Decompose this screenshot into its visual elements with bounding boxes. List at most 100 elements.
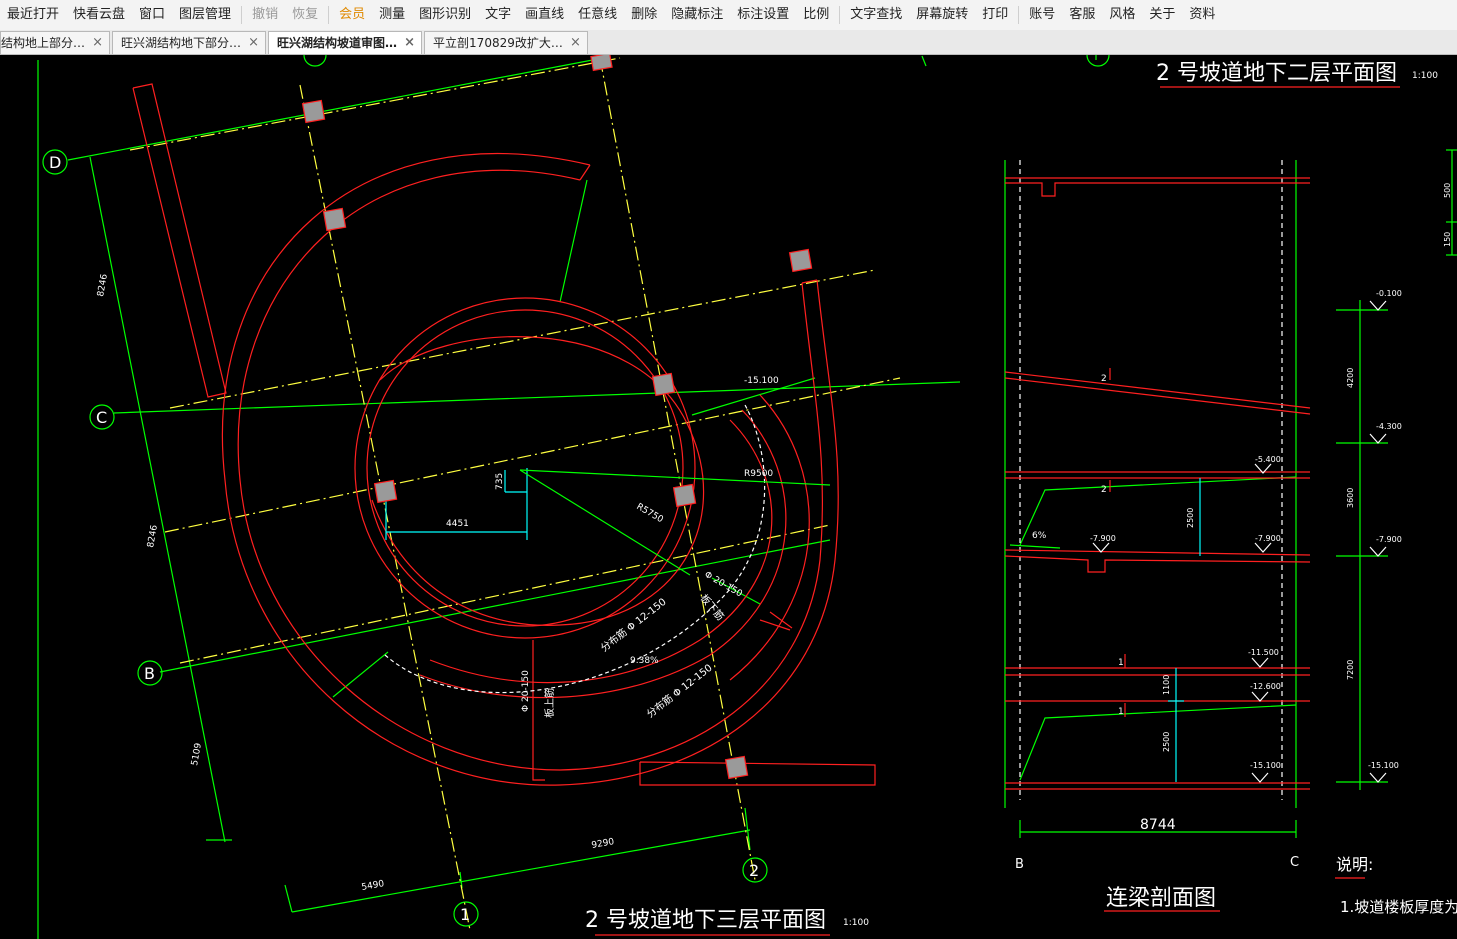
toolbar-button-22[interactable]: 关于: [1142, 0, 1182, 30]
section-title: 连梁剖面图: [1106, 886, 1216, 911]
radius-lines: [519, 469, 831, 576]
main-toolbar: 最近打开 快看云盘 窗口 图层管理 撤销 恢复 会员 测量 图形识别 文字 画直线 任意线 删除 隐藏标注…: [0, 0, 1457, 31]
level-m7900-right: -7.900: [1376, 535, 1402, 544]
notes-title: 说明:: [1336, 855, 1373, 874]
tab-label: 旺兴湖结构坡道审图…: [277, 36, 398, 50]
dim-150: 150: [1443, 232, 1452, 247]
axis-label-1: 1: [460, 905, 470, 924]
dim-4451: 4451: [446, 519, 469, 529]
dim-2500-upper: 2500: [1186, 508, 1195, 528]
toolbar-button-10[interactable]: 画直线: [518, 0, 571, 30]
top-plan-title: 2 号坡道地下二层平面图: [1156, 61, 1397, 86]
toolbar-button-2[interactable]: 窗口: [132, 0, 172, 30]
toolbar-separator: [1018, 6, 1020, 24]
rebar-note-1: 分布筋 Φ 12-150: [598, 595, 669, 654]
toolbar-button-13[interactable]: 隐藏标注: [664, 0, 730, 30]
dim-5109: 5109: [190, 742, 204, 767]
toolbar-button-15[interactable]: 比例: [796, 0, 836, 30]
toolbar-button-8[interactable]: 图形识别: [412, 0, 478, 30]
toolbar-separator: [839, 6, 841, 24]
section-green-lines: [1004, 149, 1457, 838]
level-m0100: -0.100: [1376, 289, 1402, 298]
level-m15100-right: -15.100: [1368, 761, 1399, 770]
axis-label-2: 2: [749, 861, 759, 880]
tab-label: 结构地上部分…: [1, 36, 86, 50]
cad-drawing[interactable]: D C B 1 2 8246 8246 5109 9290 5490 4451 …: [0, 55, 1457, 939]
section-axis-c: C: [1290, 855, 1299, 870]
document-tab-0[interactable]: 结构地上部分… ×: [0, 31, 111, 54]
plan-title: 2 号坡道地下三层平面图: [585, 908, 826, 933]
dim-9290: 9290: [591, 837, 616, 851]
level-151: -15.100: [1250, 761, 1281, 770]
tab-close-icon[interactable]: ×: [248, 32, 259, 54]
document-tab-3[interactable]: 平立剖170829改扩大… ×: [424, 31, 588, 54]
rebar-note-2: 分布筋 Φ 12-150: [644, 661, 715, 720]
toolbar-button-0[interactable]: 最近打开: [0, 0, 66, 30]
document-tab-2[interactable]: 旺兴湖结构坡道审图… ×: [268, 31, 423, 54]
toolbar-button-1[interactable]: 快看云盘: [66, 0, 132, 30]
radius-r5750: R5750: [635, 502, 665, 525]
toolbar-button-12[interactable]: 删除: [624, 0, 664, 30]
rebar-note-6: 板下筋: [698, 592, 727, 623]
section-cyan-dims: [1168, 478, 1201, 782]
tab-label: 平立剖170829改扩大…: [433, 36, 563, 50]
slope-percent: 9.38%: [630, 656, 659, 666]
level-m4300: -4.300: [1376, 422, 1402, 431]
toolbar-button-9[interactable]: 文字: [478, 0, 518, 30]
section-width-8744: 8744: [1140, 817, 1176, 833]
document-tab-1[interactable]: 旺兴湖结构地下部分… ×: [112, 31, 267, 54]
dim-735: 735: [495, 473, 505, 490]
plan-cyan-dims: [385, 468, 528, 540]
slope-path-arc: [384, 404, 766, 694]
toolbar-button-23[interactable]: 资料: [1182, 0, 1222, 30]
level-79b: -7.900: [1255, 534, 1281, 543]
dim-7200: 7200: [1346, 660, 1355, 680]
tab-label: 旺兴湖结构地下部分…: [121, 36, 242, 50]
plan-axis-lines: [37, 55, 1097, 939]
top-plan-scale: 1:100: [1412, 71, 1438, 81]
toolbar-button-11[interactable]: 任意线: [571, 0, 624, 30]
toolbar-separator: [241, 6, 243, 24]
toolbar-button-6[interactable]: 会员: [332, 0, 372, 30]
toolbar-button-3[interactable]: 图层管理: [172, 0, 238, 30]
cad-drawing-canvas[interactable]: D C B 1 2 8246 8246 5109 9290 5490 4451 …: [0, 55, 1457, 939]
rebar-note-3: Φ 20-150: [521, 670, 531, 712]
level-126: -12.600: [1250, 682, 1281, 691]
tab-close-icon[interactable]: ×: [404, 32, 415, 54]
axis-label-b: B: [144, 664, 155, 683]
title-underlines: [595, 86, 1400, 936]
dim-8246-upper: 8246: [96, 273, 110, 298]
axis-bubbles: [42, 55, 1110, 927]
dim-1100: 1100: [1162, 675, 1171, 695]
dim-3600: 3600: [1346, 488, 1355, 508]
axis-label-c: C: [96, 408, 107, 427]
radius-r9500: R9500: [744, 469, 773, 479]
toolbar-button-17[interactable]: 屏幕旋转: [909, 0, 975, 30]
section-slabs: [1004, 177, 1311, 790]
level-15100-plan: -15.100: [744, 376, 779, 386]
toolbar-button-5[interactable]: 恢复: [285, 0, 325, 30]
note-1: 1.坡道楼板厚度为200: [1340, 898, 1457, 916]
toolbar-button-16[interactable]: 文字查找: [843, 0, 909, 30]
toolbar-button-7[interactable]: 测量: [372, 0, 412, 30]
document-tabs: 结构地上部分… × 旺兴湖结构地下部分… × 旺兴湖结构坡道审图… × 平立剖170829改…: [0, 30, 1457, 55]
toolbar-button-4[interactable]: 撤销: [245, 0, 285, 30]
section-level-marks: [1092, 300, 1387, 783]
section-mark-2b: 2: [1101, 485, 1107, 495]
dim-8246-lower: 8246: [146, 524, 160, 549]
toolbar-button-14[interactable]: 标注设置: [730, 0, 796, 30]
rebar-note-4: 板上筋: [543, 688, 556, 718]
section-mark-1a: 1: [1118, 658, 1124, 668]
toolbar-button-21[interactable]: 风格: [1102, 0, 1142, 30]
tab-close-icon[interactable]: ×: [570, 32, 581, 54]
dim-2500-lower: 2500: [1162, 732, 1171, 752]
toolbar-button-18[interactable]: 打印: [975, 0, 1015, 30]
toolbar-button-20[interactable]: 客服: [1062, 0, 1102, 30]
toolbar-separator: [328, 6, 330, 24]
level-54: -5.400: [1255, 455, 1281, 464]
toolbar-button-19[interactable]: 账号: [1022, 0, 1062, 30]
tab-close-icon[interactable]: ×: [92, 32, 103, 54]
axis-label-d: D: [49, 153, 61, 172]
section-mark-1b: 1: [1118, 707, 1124, 717]
dim-4200: 4200: [1346, 368, 1355, 388]
